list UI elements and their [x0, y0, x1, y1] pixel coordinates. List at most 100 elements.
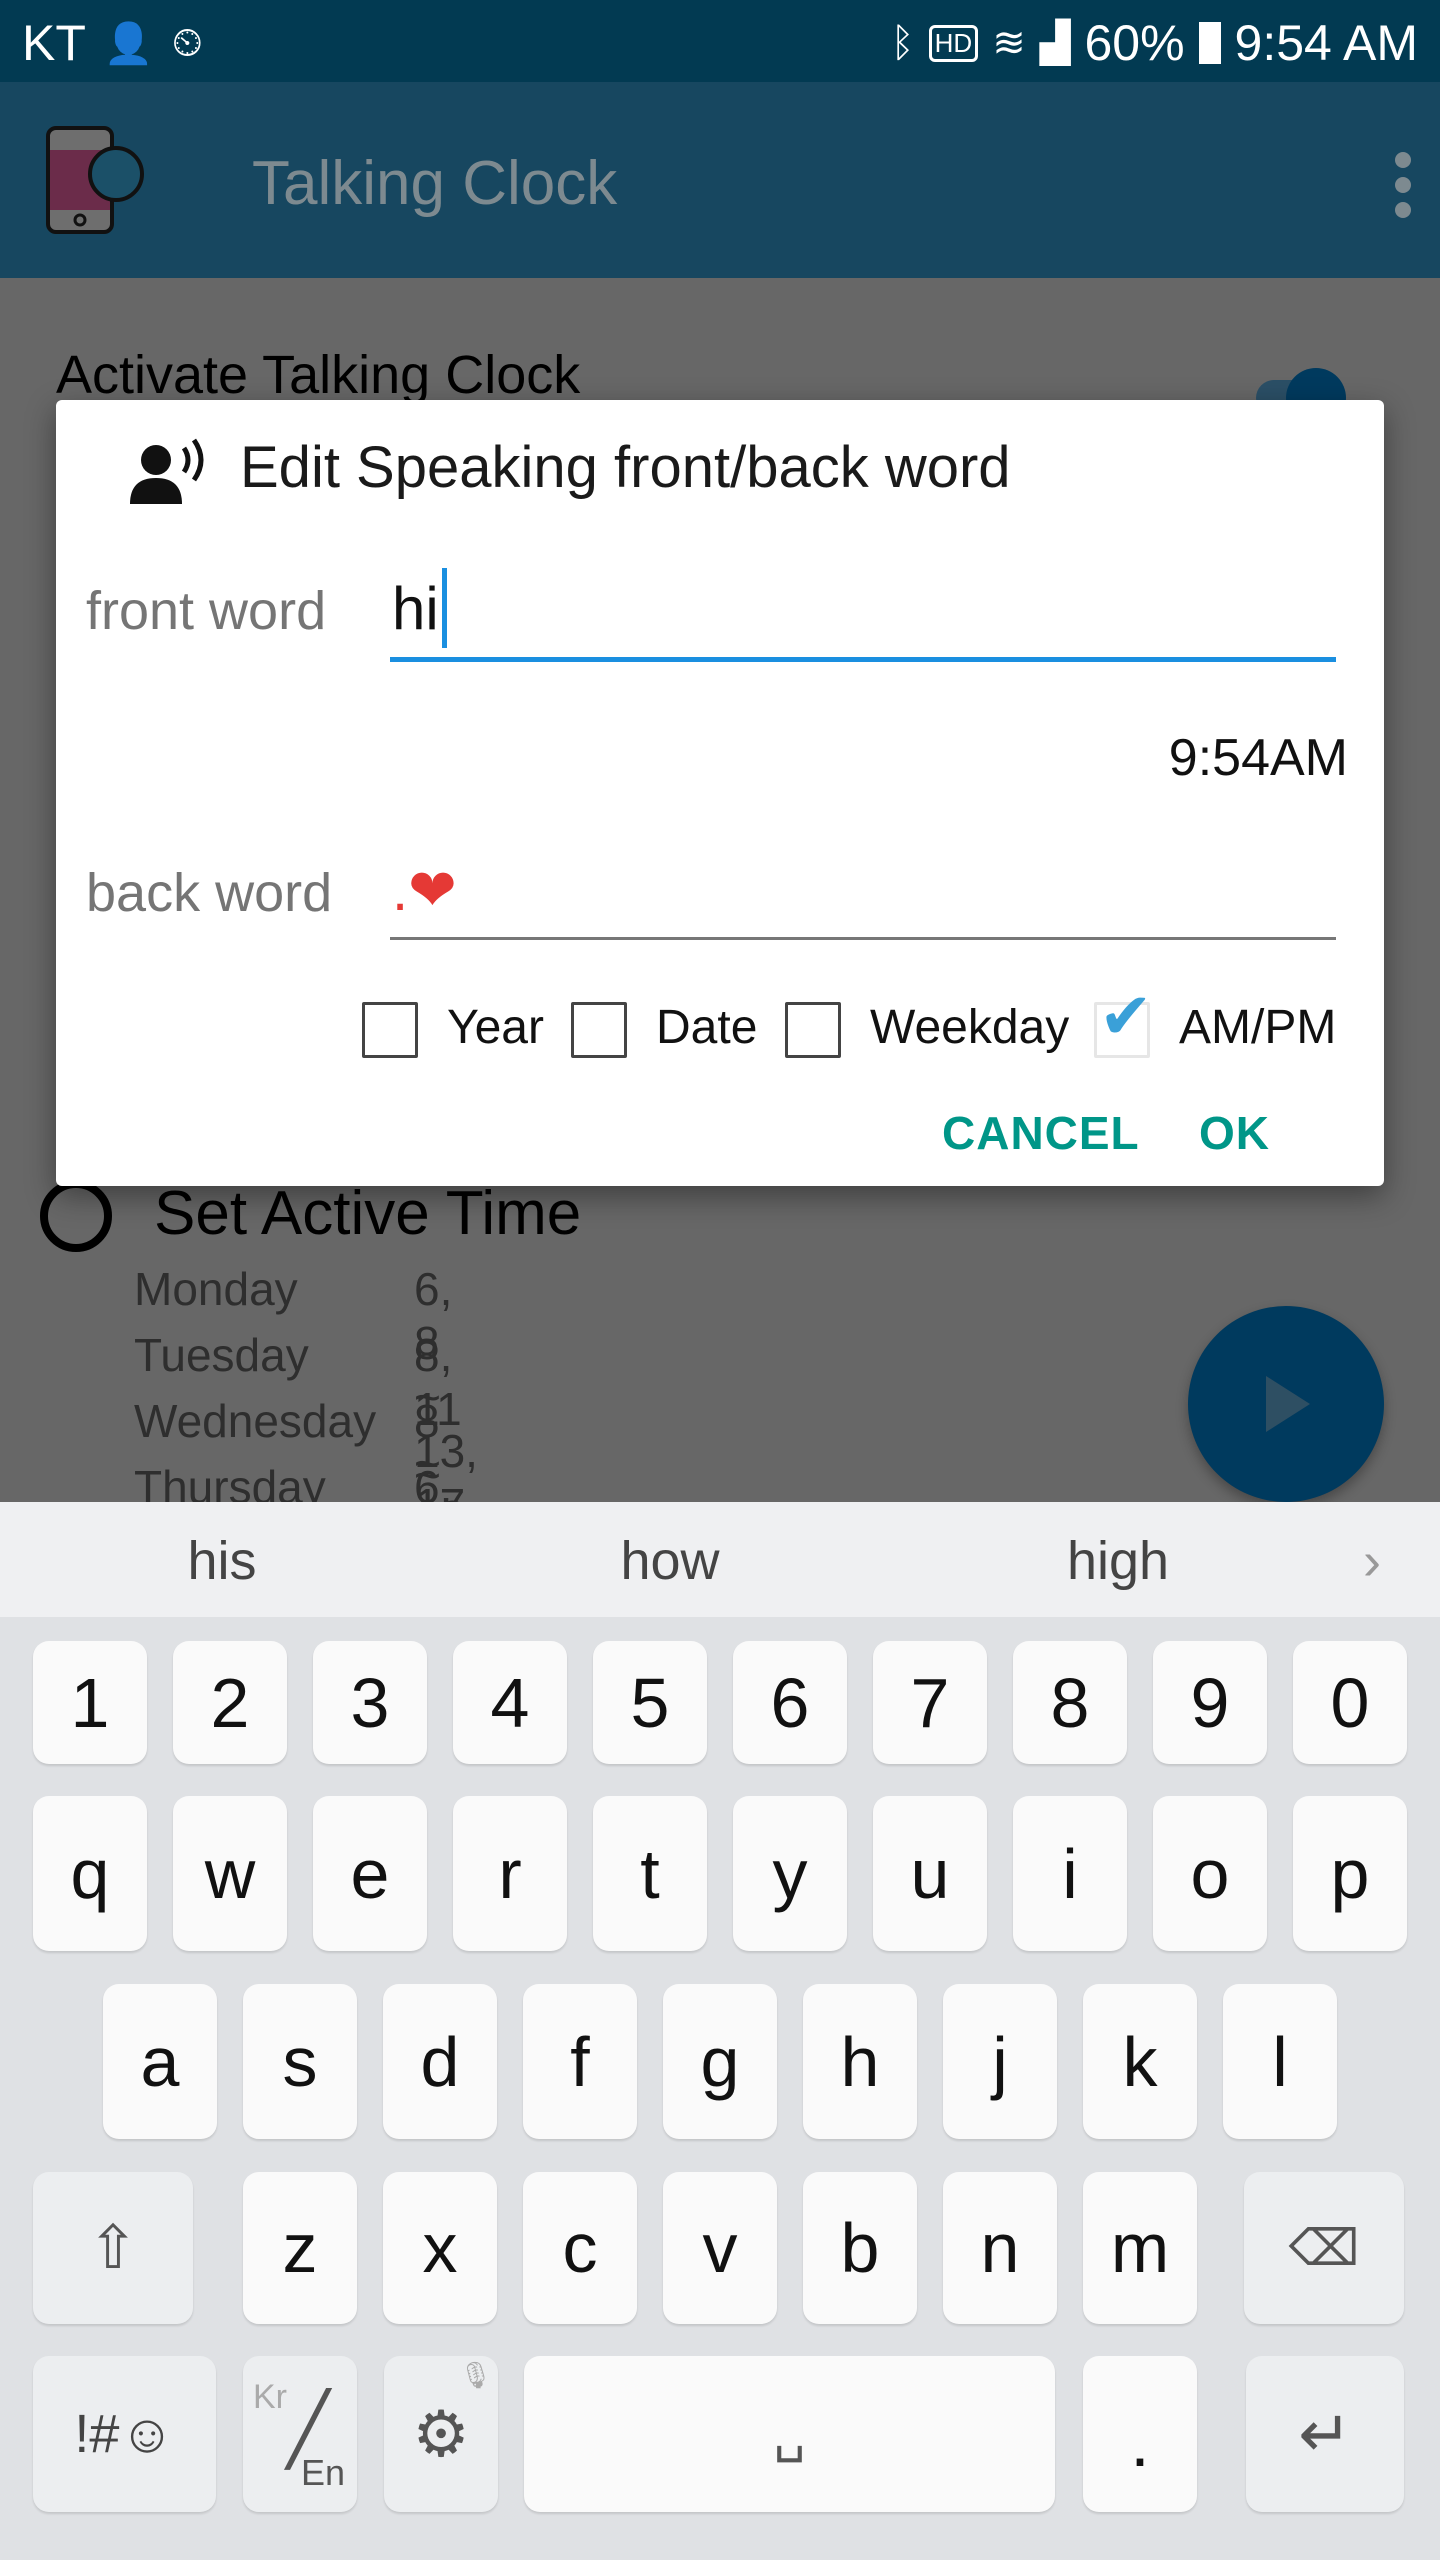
key-label: n: [980, 2209, 1020, 2287]
symbols-key[interactable]: !#☺: [33, 2356, 216, 2512]
key-f[interactable]: f: [523, 1984, 637, 2139]
front-word-label: front word: [86, 581, 327, 641]
key-8[interactable]: 8: [1013, 1641, 1127, 1764]
cancel-button[interactable]: CANCEL: [942, 1106, 1140, 1160]
back-word-value: .❤: [392, 858, 457, 923]
key-label: d: [420, 2022, 460, 2101]
schedule-row: Wednesday8 ~ 13, 15 ~ 20, 22: [134, 1394, 478, 1771]
key-label: m: [1110, 2209, 1170, 2287]
lang-bottom: En: [301, 2452, 346, 2493]
backspace-icon: ⌫: [1288, 2220, 1360, 2276]
more-vert-icon[interactable]: [1392, 152, 1414, 218]
suggestion[interactable]: high: [1067, 1530, 1169, 1592]
key-k[interactable]: k: [1083, 1984, 1197, 2139]
period-key[interactable]: .: [1083, 2356, 1197, 2512]
chevron-right-icon[interactable]: ›: [1363, 1530, 1381, 1592]
year-label: Year: [447, 1001, 544, 1054]
mic-icon: 🎙: [458, 2360, 492, 2390]
key-label: e: [350, 1834, 390, 1913]
key-label: j: [992, 2022, 1008, 2101]
schedule-row: Tuesday8, 11 ~ 22: [134, 1328, 465, 1543]
key-u[interactable]: u: [873, 1796, 987, 1951]
key-0[interactable]: 0: [1293, 1641, 1407, 1764]
back-word-input[interactable]: .❤: [390, 840, 1336, 940]
key-m[interactable]: m: [1083, 2172, 1197, 2324]
battery-charging-icon: [1198, 22, 1221, 64]
key-h[interactable]: h: [803, 1984, 917, 2139]
play-icon: [1266, 1376, 1310, 1432]
keyboard: his how high › 1 2 3 4 5 6 7 8 9 0 q w e r t y u i o p a s d f g…: [0, 1502, 1440, 2560]
key-label: y: [772, 1834, 808, 1913]
day-label: Wednesday: [134, 1395, 377, 1447]
enter-icon: ↵: [1298, 2397, 1352, 2470]
key-label: h: [840, 2022, 880, 2101]
key-label: c: [562, 2209, 598, 2287]
key-l[interactable]: l: [1223, 1984, 1337, 2139]
backspace-key[interactable]: ⌫: [1244, 2172, 1404, 2324]
suggestion[interactable]: how: [620, 1530, 719, 1592]
language-key[interactable]: Kr ╱ En: [243, 2356, 357, 2512]
key-label: 3: [350, 1663, 390, 1742]
ok-button[interactable]: OK: [1199, 1106, 1270, 1160]
key-s[interactable]: s: [243, 1984, 357, 2139]
clock: 9:54 AM: [1234, 15, 1418, 71]
front-word-input[interactable]: hi: [390, 560, 1336, 662]
key-y[interactable]: y: [733, 1796, 847, 1951]
key-r[interactable]: r: [453, 1796, 567, 1951]
app-logo-icon: [46, 126, 144, 234]
key-label: 6: [770, 1663, 810, 1742]
key-d[interactable]: d: [383, 1984, 497, 2139]
key-e[interactable]: e: [313, 1796, 427, 1951]
key-g[interactable]: g: [663, 1984, 777, 2139]
key-9[interactable]: 9: [1153, 1641, 1267, 1764]
key-w[interactable]: w: [173, 1796, 287, 1951]
key-z[interactable]: z: [243, 2172, 357, 2324]
active-time-title: Set Active Time: [154, 1179, 582, 1248]
play-fab[interactable]: [1188, 1306, 1384, 1502]
key-p[interactable]: p: [1293, 1796, 1407, 1951]
key-label: b: [840, 2209, 880, 2287]
carrier: KT: [22, 15, 86, 71]
key-label: z: [282, 2209, 318, 2287]
key-a[interactable]: a: [103, 1984, 217, 2139]
key-label: 7: [910, 1663, 950, 1742]
key-1[interactable]: 1: [33, 1641, 147, 1764]
key-j[interactable]: j: [943, 1984, 1057, 2139]
period-label: .: [1130, 2403, 1150, 2481]
ampm-checkbox[interactable]: ✔: [1094, 980, 1153, 1058]
day-label: Monday: [134, 1263, 298, 1315]
clock-icon: [40, 1180, 112, 1252]
key-label: s: [282, 2022, 318, 2101]
key-5[interactable]: 5: [593, 1641, 707, 1764]
key-t[interactable]: t: [593, 1796, 707, 1951]
date-checkbox[interactable]: [571, 1002, 627, 1058]
day-label: Tuesday: [134, 1329, 309, 1381]
key-label: p: [1330, 1834, 1370, 1913]
key-q[interactable]: q: [33, 1796, 147, 1951]
wifi-icon: ≋: [992, 21, 1026, 65]
key-x[interactable]: x: [383, 2172, 497, 2324]
key-c[interactable]: c: [523, 2172, 637, 2324]
enter-key[interactable]: ↵: [1246, 2356, 1404, 2512]
key-6[interactable]: 6: [733, 1641, 847, 1764]
key-label: 2: [210, 1663, 250, 1742]
suggestion[interactable]: his: [187, 1530, 256, 1592]
key-o[interactable]: o: [1153, 1796, 1267, 1951]
symbols-label: !#☺: [74, 2404, 175, 2464]
key-b[interactable]: b: [803, 2172, 917, 2324]
key-label: l: [1272, 2022, 1288, 2101]
key-label: q: [70, 1834, 110, 1913]
key-4[interactable]: 4: [453, 1641, 567, 1764]
key-3[interactable]: 3: [313, 1641, 427, 1764]
key-v[interactable]: v: [663, 2172, 777, 2324]
year-checkbox[interactable]: [362, 1002, 418, 1058]
key-2[interactable]: 2: [173, 1641, 287, 1764]
space-key[interactable]: ␣: [524, 2356, 1055, 2512]
key-7[interactable]: 7: [873, 1641, 987, 1764]
key-n[interactable]: n: [943, 2172, 1057, 2324]
weekday-checkbox[interactable]: [785, 1002, 841, 1058]
settings-key[interactable]: ⚙ 🎙: [384, 2356, 498, 2512]
key-i[interactable]: i: [1013, 1796, 1127, 1951]
shift-key[interactable]: ⇧: [33, 2172, 193, 2324]
preview-time: 9:54AM: [1168, 729, 1348, 787]
